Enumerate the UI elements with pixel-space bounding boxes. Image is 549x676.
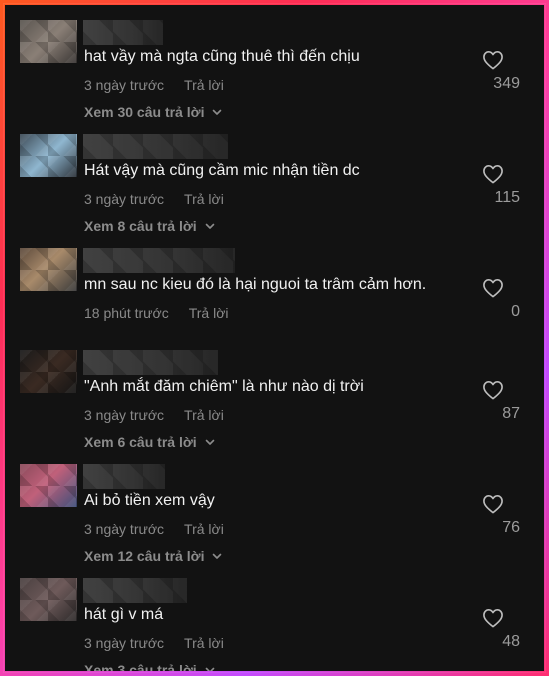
comment-item: Ai bỏ tiền xem vậy 3 ngày trước Trả lời X…	[5, 449, 544, 564]
avatar[interactable]	[20, 20, 77, 63]
heart-icon[interactable]	[482, 164, 504, 184]
comment-meta: 3 ngày trước Trả lời	[84, 407, 224, 423]
comment-list[interactable]: hat vầy mà ngta cũng thuê thì đến chịu 3…	[5, 5, 544, 671]
reply-button[interactable]: Trả lời	[184, 191, 224, 207]
comment-text: hát gì v má	[84, 606, 164, 623]
comment-text: hat vầy mà ngta cũng thuê thì đến chịu	[84, 48, 360, 65]
comment-time: 3 ngày trước	[84, 407, 165, 423]
username-blurred[interactable]	[83, 350, 218, 375]
chevron-down-icon	[205, 667, 214, 671]
username-blurred[interactable]	[83, 464, 165, 489]
view-replies-label: Xem 30 câu trả lời	[84, 104, 205, 120]
username-blurred[interactable]	[83, 20, 163, 45]
view-replies-label: Xem 3 câu trả lời	[84, 662, 197, 671]
comment-item: "Anh mắt đăm chiêm" là như nào dị trời 3…	[5, 335, 544, 450]
reply-button[interactable]: Trả lời	[184, 521, 224, 537]
comment-item: Hát vậy mà cũng cầm mic nhận tiền dc 3 n…	[5, 119, 544, 234]
comment-time: 18 phút trước	[84, 305, 169, 321]
like-count: 115	[494, 189, 520, 206]
reply-button[interactable]: Trả lời	[184, 77, 224, 93]
username-blurred[interactable]	[83, 248, 235, 273]
avatar[interactable]	[20, 350, 77, 393]
heart-icon[interactable]	[482, 50, 504, 70]
comment-meta: 3 ngày trước Trả lời	[84, 77, 224, 93]
chevron-down-icon	[213, 553, 222, 559]
view-replies-button[interactable]: Xem 8 câu trả lời	[84, 218, 216, 234]
chevron-down-icon	[213, 109, 222, 115]
like-count: 76	[502, 519, 520, 536]
comment-meta: 3 ngày trước Trả lời	[84, 191, 224, 207]
comment-time: 3 ngày trước	[84, 191, 165, 207]
view-replies-button[interactable]: Xem 3 câu trả lời	[84, 662, 216, 671]
view-replies-label: Xem 8 câu trả lời	[84, 218, 197, 234]
comment-meta: 18 phút trước Trả lời	[84, 305, 229, 321]
reply-button[interactable]: Trả lời	[184, 635, 224, 651]
comment-item: mn sau nc kieu đó là hại nguoi ta trâm c…	[5, 233, 544, 343]
username-blurred[interactable]	[83, 578, 187, 603]
like-count: 349	[493, 75, 520, 92]
comment-text: "Anh mắt đăm chiêm" là như nào dị trời	[84, 378, 364, 395]
heart-icon[interactable]	[482, 494, 504, 514]
comment-text: Ai bỏ tiền xem vậy	[84, 492, 215, 509]
avatar[interactable]	[20, 248, 77, 291]
heart-icon[interactable]	[482, 278, 504, 298]
comment-item: hát gì v má 3 ngày trước Trả lời Xem 3 câ…	[5, 563, 544, 671]
avatar[interactable]	[20, 578, 77, 621]
comment-time: 3 ngày trước	[84, 521, 165, 537]
username-blurred[interactable]	[83, 134, 228, 159]
comment-meta: 3 ngày trước Trả lời	[84, 635, 224, 651]
view-replies-button[interactable]: Xem 30 câu trả lời	[84, 104, 223, 120]
view-replies-label: Xem 6 câu trả lời	[84, 434, 197, 450]
comment-item: hat vầy mà ngta cũng thuê thì đến chịu 3…	[5, 5, 544, 120]
heart-icon[interactable]	[482, 608, 504, 628]
comment-time: 3 ngày trước	[84, 77, 165, 93]
comment-meta: 3 ngày trước Trả lời	[84, 521, 224, 537]
like-count: 48	[502, 633, 520, 650]
like-count: 0	[511, 303, 520, 320]
like-count: 87	[502, 405, 520, 422]
heart-icon[interactable]	[482, 380, 504, 400]
comment-text: mn sau nc kieu đó là hại nguoi ta trâm c…	[84, 276, 427, 293]
view-replies-button[interactable]: Xem 6 câu trả lời	[84, 434, 216, 450]
avatar[interactable]	[20, 134, 77, 177]
view-replies-label: Xem 12 câu trả lời	[84, 548, 205, 564]
chevron-down-icon	[205, 223, 214, 229]
comment-time: 3 ngày trước	[84, 635, 165, 651]
comment-text: Hát vậy mà cũng cầm mic nhận tiền dc	[84, 162, 360, 179]
chevron-down-icon	[205, 439, 214, 445]
reply-button[interactable]: Trả lời	[184, 407, 224, 423]
avatar[interactable]	[20, 464, 77, 507]
reply-button[interactable]: Trả lời	[189, 305, 229, 321]
screenshot-frame: hat vầy mà ngta cũng thuê thì đến chịu 3…	[0, 0, 549, 676]
view-replies-button[interactable]: Xem 12 câu trả lời	[84, 548, 223, 564]
